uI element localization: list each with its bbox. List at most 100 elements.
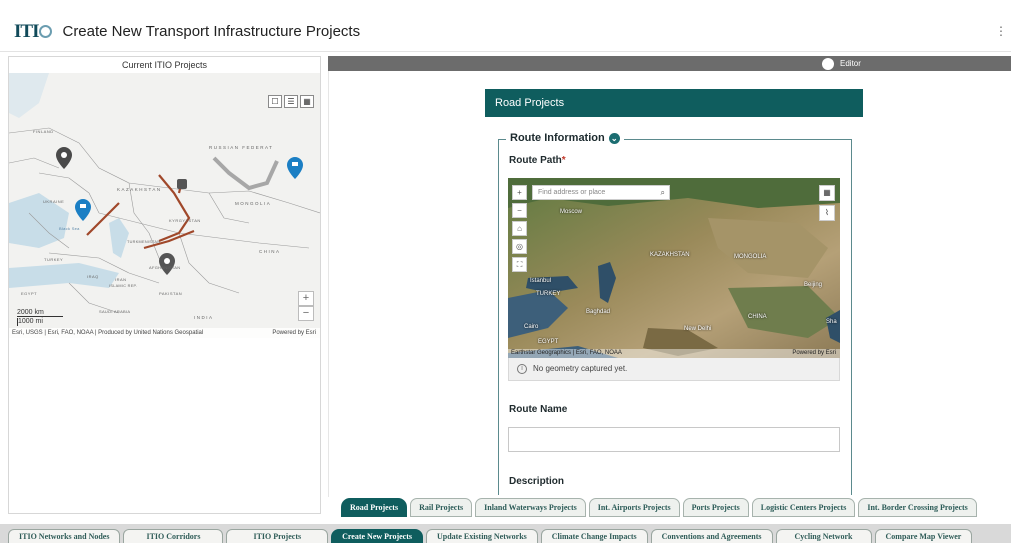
home-icon[interactable]: ⌂ xyxy=(512,221,527,236)
scale-bar: 2000 km 1000 mi xyxy=(17,309,63,326)
svg-text:TURKEY: TURKEY xyxy=(44,257,63,262)
svg-text:Black Sea: Black Sea xyxy=(59,226,80,231)
svg-text:Sha: Sha xyxy=(826,319,837,325)
route-info-legend[interactable]: Route Information ⌄ xyxy=(506,132,624,144)
panel-title: Current ITIO Projects xyxy=(121,60,208,70)
draw-polyline-icon[interactable]: ⌇ xyxy=(819,205,835,221)
tab-int-border-crossing-projects[interactable]: Int. Border Crossing Projects xyxy=(858,498,977,517)
editor-bar: Editor xyxy=(328,56,1011,71)
route-path-label: Route Path* xyxy=(509,155,566,166)
map-toolbar: ☐ ☰ ▦ xyxy=(268,95,314,108)
map-nav-buttons: + − ⌂ ◎ ⛶ xyxy=(512,185,527,275)
powered-by: Powered by Esri xyxy=(272,330,316,336)
bookmark-icon[interactable]: ☐ xyxy=(268,95,282,108)
projects-map-canvas: RUSSIAN FEDERAT FINLAND UKRAINE KAZAKHST… xyxy=(9,73,320,338)
svg-text:INDIA: INDIA xyxy=(194,315,214,320)
app-header: IT I Create New Transport Infrastructure … xyxy=(0,12,1011,52)
svg-text:TURKMENISTAN: TURKMENISTAN xyxy=(127,240,160,244)
svg-text:EGYPT: EGYPT xyxy=(538,339,559,345)
svg-text:CHINA: CHINA xyxy=(259,249,281,254)
tab-create-new-projects[interactable]: Create New Projects xyxy=(331,529,423,543)
svg-text:Baghdad: Baghdad xyxy=(586,309,610,315)
geometry-status-text: No geometry captured yet. xyxy=(533,364,628,373)
required-mark: * xyxy=(561,155,566,166)
basemap-gallery-icon[interactable]: ▦ xyxy=(819,185,835,201)
tab-cycling-network[interactable]: Cycling Network xyxy=(775,529,872,543)
info-icon: i xyxy=(517,364,527,374)
route-name-label: Route Name xyxy=(509,404,568,415)
attribution-text: Esri, USGS | Esri, FAO, NOAA | Produced … xyxy=(12,330,204,336)
svg-text:Cairo: Cairo xyxy=(524,324,539,330)
svg-text:MONGOLIA: MONGOLIA xyxy=(734,254,766,260)
editor-toggle[interactable] xyxy=(822,58,834,70)
svg-text:CHINA: CHINA xyxy=(748,314,767,320)
svg-text:IRAQ: IRAQ xyxy=(87,274,99,279)
section-title: Route Information xyxy=(510,132,605,144)
tab-conventions-and-agreements[interactable]: Conventions and Agreements xyxy=(650,529,773,543)
svg-text:IRAN: IRAN xyxy=(115,277,127,282)
svg-text:UKRAINE: UKRAINE xyxy=(43,199,64,204)
current-projects-panel: Current ITIO Projects RUSSIAN FEDERAT FI… xyxy=(8,56,321,338)
satellite-map-canvas: Moscow KAZAKHSTAN MONGOLIA Istanbul TURK… xyxy=(508,178,840,358)
powered-by: Powered by Esri xyxy=(792,350,836,356)
fullscreen-icon[interactable]: ⛶ xyxy=(512,257,527,272)
itio-logo: IT I xyxy=(14,21,53,43)
tab-logistic-centers-projects[interactable]: Logistic Centers Projects xyxy=(751,498,856,517)
tab-itio-corridors[interactable]: ITIO Corridors xyxy=(123,529,224,543)
basemap-gallery-icon[interactable]: ▦ xyxy=(300,95,314,108)
route-path-map[interactable]: Moscow KAZAKHSTAN MONGOLIA Istanbul TURK… xyxy=(508,178,840,358)
svg-text:KYRGYZSTAN: KYRGYZSTAN xyxy=(169,218,201,223)
svg-text:MONGOLIA: MONGOLIA xyxy=(235,201,271,206)
empty-panel xyxy=(8,338,321,514)
svg-text:SAUDI ARABIA: SAUDI ARABIA xyxy=(99,309,130,314)
page-title: Create New Transport Infrastructure Proj… xyxy=(62,23,361,40)
map-label: Moscow xyxy=(560,209,583,215)
editor-label: Editor xyxy=(840,59,861,68)
svg-text:ISLAMIC REP.: ISLAMIC REP. xyxy=(109,284,137,288)
map-attribution: Earthstar Geographics | Esri, FAO, NOAA … xyxy=(508,349,840,358)
form-header: Road Projects xyxy=(485,89,863,117)
locate-icon[interactable]: ◎ xyxy=(512,239,527,254)
sketch-tools: ▦ ⌇ xyxy=(819,185,835,225)
scale-km: 2000 km xyxy=(17,309,63,317)
legend-icon[interactable]: ☰ xyxy=(284,95,298,108)
zoom-controls: + − xyxy=(298,291,314,321)
tab-rail-projects[interactable]: Rail Projects xyxy=(410,498,473,517)
svg-text:New Delhi: New Delhi xyxy=(684,326,711,332)
projects-map[interactable]: RUSSIAN FEDERAT FINLAND UKRAINE KAZAKHST… xyxy=(9,73,320,338)
svg-text:FINLAND: FINLAND xyxy=(33,129,54,134)
main-nav-tabs: ITIO Networks and Nodes ITIO Corridors I… xyxy=(8,529,973,543)
map-label: RUSSIAN FEDERAT xyxy=(209,145,273,150)
tab-compare-map-viewer[interactable]: Compare Map Viewer xyxy=(874,529,973,543)
scale-mi: 1000 mi xyxy=(17,318,55,326)
app-root: IT I Create New Transport Infrastructure … xyxy=(0,0,1011,543)
map-attribution: Esri, USGS | Esri, FAO, NOAA | Produced … xyxy=(9,328,320,338)
tab-itio-projects[interactable]: ITIO Projects xyxy=(226,529,329,543)
zoom-in-button[interactable]: + xyxy=(512,185,527,200)
route-name-input[interactable] xyxy=(508,427,840,452)
svg-text:AFGHANISTAN: AFGHANISTAN xyxy=(149,265,180,270)
search-icon[interactable]: ⌕ xyxy=(661,186,665,199)
address-search-input[interactable]: Find address or place ⌕ xyxy=(532,185,670,200)
tab-itio-networks-and-nodes[interactable]: ITIO Networks and Nodes xyxy=(8,529,121,543)
svg-text:EGYPT: EGYPT xyxy=(21,291,37,296)
more-icon[interactable]: ⋮ xyxy=(995,24,1007,38)
tab-update-existing-networks[interactable]: Update Existing Networks xyxy=(425,529,538,543)
geometry-status: i No geometry captured yet. xyxy=(508,358,840,381)
svg-text:Istanbul: Istanbul xyxy=(530,278,551,284)
attribution-text: Earthstar Geographics | Esri, FAO, NOAA xyxy=(511,350,622,356)
zoom-out-button[interactable]: − xyxy=(512,203,527,218)
tab-road-projects[interactable]: Road Projects xyxy=(341,498,408,517)
tab-int-airports-projects[interactable]: Int. Airports Projects xyxy=(588,498,680,517)
zoom-out-button[interactable]: − xyxy=(298,306,314,321)
tab-ports-projects[interactable]: Ports Projects xyxy=(682,498,749,517)
chevron-down-icon[interactable]: ⌄ xyxy=(608,132,620,144)
project-type-tabs: Road Projects Rail Projects Inland Water… xyxy=(341,498,977,517)
zoom-in-button[interactable]: + xyxy=(298,291,314,306)
svg-text:KAZAKHSTAN: KAZAKHSTAN xyxy=(650,252,690,258)
tab-inland-waterways-projects[interactable]: Inland Waterways Projects xyxy=(475,498,586,517)
svg-text:PAKISTAN: PAKISTAN xyxy=(159,291,182,296)
search-placeholder: Find address or place xyxy=(538,189,606,196)
tab-climate-change-impacts[interactable]: Climate Change Impacts xyxy=(540,529,648,543)
svg-text:KAZAKHSTAN: KAZAKHSTAN xyxy=(117,187,162,192)
